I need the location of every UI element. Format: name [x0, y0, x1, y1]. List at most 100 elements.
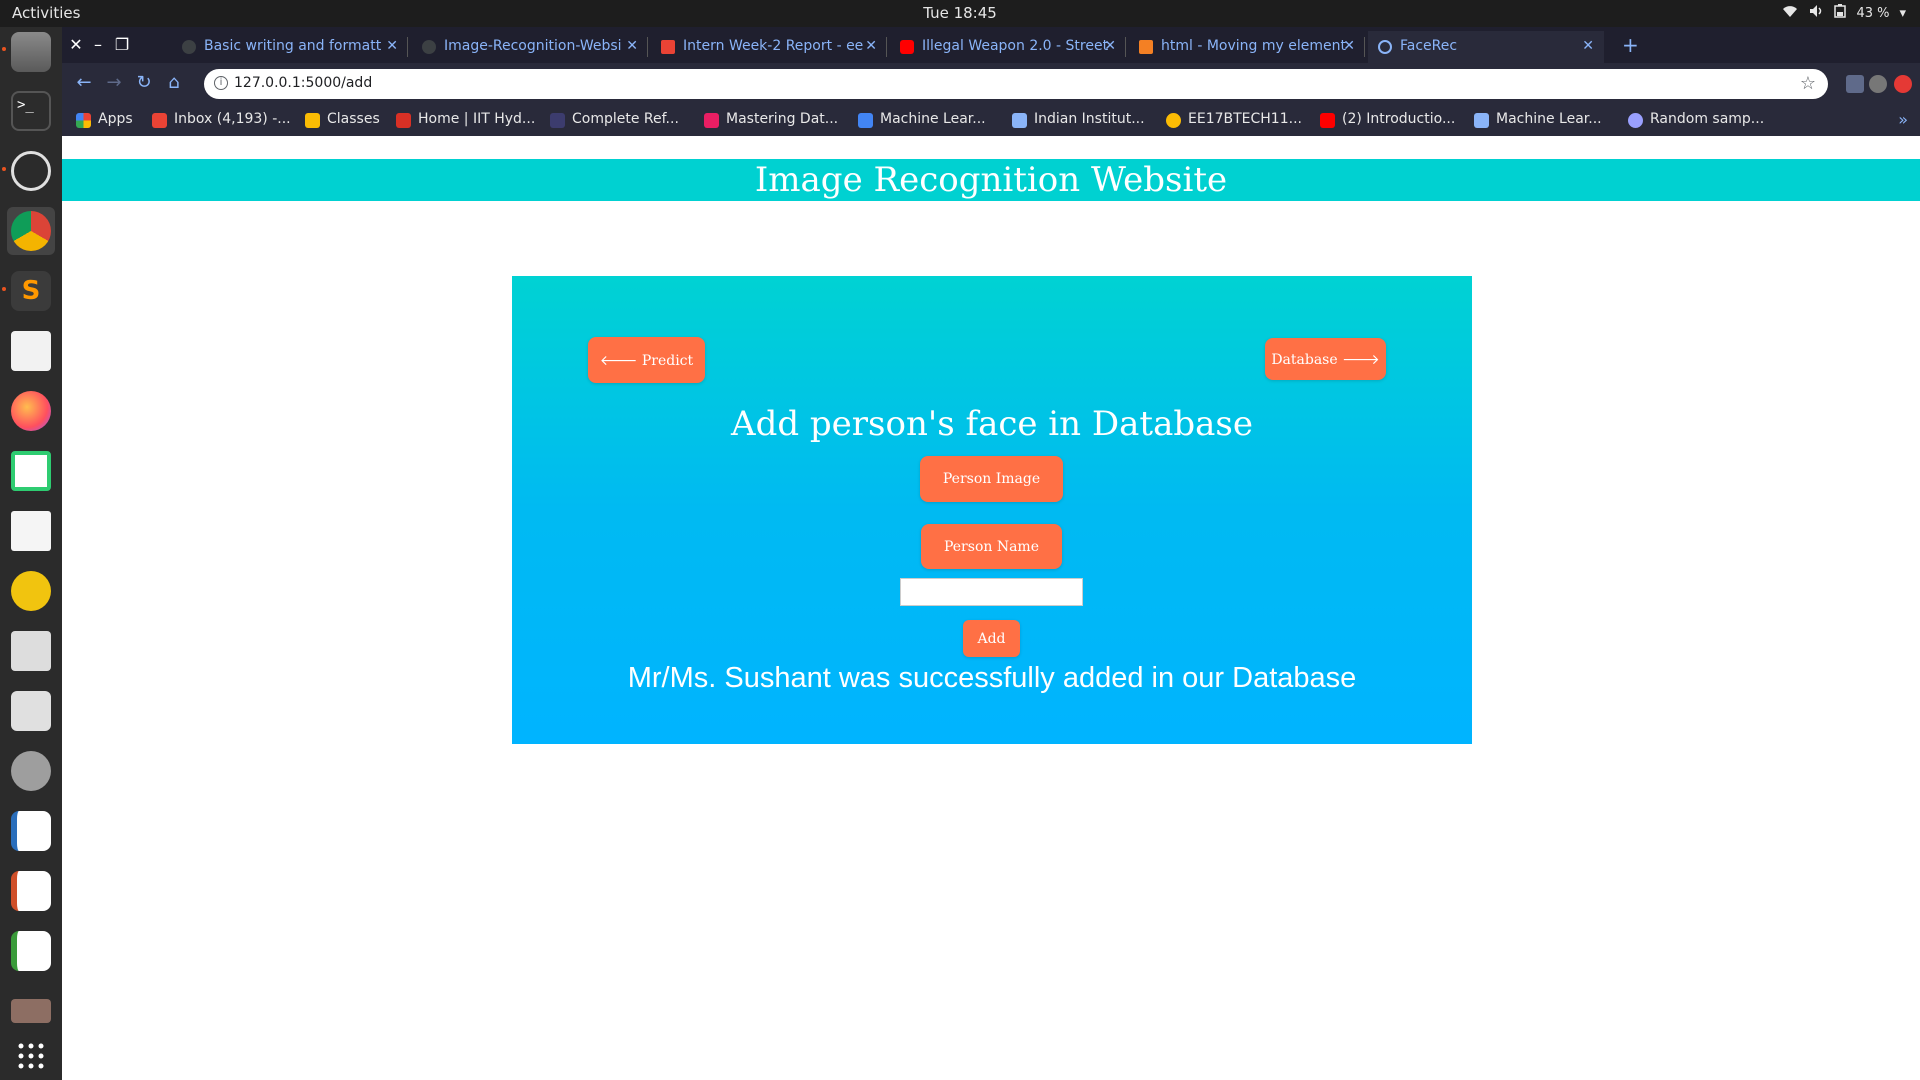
bookmark-apps[interactable]: Apps: [76, 111, 133, 128]
bookmark-label: Apps: [98, 111, 133, 127]
tab[interactable]: Basic writing and formatt ✕: [172, 31, 408, 63]
image-viewer-icon[interactable]: [7, 627, 55, 675]
terminal-icon[interactable]: >_: [7, 87, 55, 135]
extension-icon[interactable]: [1894, 75, 1912, 93]
bookmark[interactable]: Machine Lear...: [858, 111, 986, 128]
tab-active[interactable]: FaceRec ✕: [1368, 31, 1604, 63]
restore-window-icon[interactable]: ❐: [112, 35, 132, 54]
site-header: Image Recognition Website: [62, 159, 1920, 201]
calc-icon[interactable]: [7, 927, 55, 975]
text-editor-icon[interactable]: [7, 507, 55, 555]
bookmark[interactable]: Home | IIT Hyd...: [396, 111, 536, 128]
tab[interactable]: Image-Recognition-Websi ✕: [412, 31, 648, 63]
running-indicator: [2, 167, 6, 171]
bookmark-label: Inbox (4,193) -...: [174, 111, 291, 127]
settings-icon[interactable]: [7, 747, 55, 795]
apps-grid-icon: [76, 113, 91, 128]
bookmark[interactable]: Inbox (4,193) -...: [152, 111, 291, 128]
system-status[interactable]: 43 % ▾: [1782, 4, 1906, 22]
bookmark-label: (2) Introductio...: [1342, 111, 1456, 127]
star-icon[interactable]: ☆: [1800, 73, 1816, 94]
iit-icon: [396, 113, 411, 128]
files-icon[interactable]: [7, 28, 55, 76]
close-icon[interactable]: ✕: [1582, 38, 1594, 54]
writer-icon[interactable]: [7, 807, 55, 855]
tab-title: Image-Recognition-Websi: [444, 38, 622, 54]
close-icon[interactable]: ✕: [1343, 38, 1355, 54]
classroom-icon: [305, 113, 320, 128]
bookmark[interactable]: EE17BTECH11...: [1166, 111, 1302, 128]
dock: >_ S: [0, 27, 62, 1080]
close-icon[interactable]: ✕: [626, 38, 638, 54]
new-tab-button[interactable]: +: [1622, 33, 1639, 57]
gmail-icon: [152, 113, 167, 128]
person-name-input[interactable]: [900, 578, 1083, 606]
tab-separator: [886, 37, 887, 57]
bookmark-label: Random samp...: [1650, 111, 1765, 127]
back-icon[interactable]: ←: [72, 72, 96, 93]
success-message: Mr/Ms. Sushant was successfully added in…: [627, 662, 1357, 694]
bookmark[interactable]: (2) Introductio...: [1320, 111, 1456, 128]
chrome-icon[interactable]: [7, 207, 55, 255]
stackoverflow-icon: [1139, 40, 1153, 54]
bookmark-label: Machine Lear...: [1496, 111, 1602, 127]
volume-icon: [1808, 4, 1824, 22]
clock[interactable]: Tue 18:45: [0, 4, 1920, 22]
bookmark-label: EE17BTECH11...: [1188, 111, 1302, 127]
bookmark[interactable]: Machine Lear...: [1474, 111, 1602, 128]
github-icon: [182, 40, 196, 54]
tab[interactable]: Intern Week-2 Report - ee ✕: [651, 31, 887, 63]
forward-icon[interactable]: →: [102, 72, 126, 93]
bookmark[interactable]: Complete Ref...: [550, 111, 679, 128]
close-icon[interactable]: ✕: [386, 38, 398, 54]
github-icon: [422, 40, 436, 54]
bookmark[interactable]: Indian Institut...: [1012, 111, 1145, 128]
bookmark-icon: [1166, 113, 1181, 128]
person-image-button[interactable]: Person Image: [920, 456, 1063, 502]
tab[interactable]: html - Moving my element ✕: [1129, 31, 1365, 63]
close-icon[interactable]: ✕: [1104, 38, 1116, 54]
tab[interactable]: Illegal Weapon 2.0 - Street ✕: [890, 31, 1126, 63]
bookmark[interactable]: Classes: [305, 111, 380, 128]
network-icon[interactable]: [7, 147, 55, 195]
add-button[interactable]: Add: [963, 620, 1020, 657]
home-icon[interactable]: ⌂: [162, 72, 186, 93]
apps-grid-icon[interactable]: [7, 1032, 55, 1080]
close-window-icon[interactable]: ✕: [66, 35, 86, 54]
bookmark[interactable]: Mastering Dat...: [704, 111, 838, 128]
bookmark-label: Indian Institut...: [1034, 111, 1145, 127]
reload-icon[interactable]: ↻: [132, 72, 156, 93]
activities-button[interactable]: Activities: [12, 4, 80, 22]
close-icon[interactable]: ✕: [865, 38, 877, 54]
tab-strip: ✕ – ❐ Basic writing and formatt ✕ Image-…: [62, 27, 1920, 63]
evince-icon[interactable]: [7, 327, 55, 375]
system-top-bar: Activities Tue 18:45 43 % ▾: [0, 0, 1920, 27]
info-icon[interactable]: i: [214, 76, 228, 90]
tab-title: Intern Week-2 Report - ee: [683, 38, 864, 54]
sublime-icon[interactable]: S: [7, 267, 55, 315]
bookmark-label: Machine Lear...: [880, 111, 986, 127]
tab-title: Basic writing and formatt: [204, 38, 382, 54]
bookmark-icon: [550, 113, 565, 128]
coursera-icon: [1474, 113, 1489, 128]
gnome-shell-icon[interactable]: [7, 447, 55, 495]
extension-icon[interactable]: [1846, 75, 1864, 93]
archive-icon[interactable]: [7, 987, 55, 1035]
browser-toolbar: ← → ↻ ⌂ i 127.0.0.1:5000/add ☆: [62, 63, 1920, 105]
tab-title: Illegal Weapon 2.0 - Street: [922, 38, 1109, 54]
impress-icon[interactable]: [7, 867, 55, 915]
predict-button[interactable]: 🡐 Predict: [588, 337, 705, 383]
firefox-icon[interactable]: [7, 387, 55, 435]
software-icon[interactable]: [7, 687, 55, 735]
teapot-icon[interactable]: [7, 567, 55, 615]
tab-separator: [1125, 37, 1126, 57]
minimize-window-icon[interactable]: –: [88, 35, 108, 54]
bookmark[interactable]: Random samp...: [1628, 111, 1765, 128]
more-bookmarks-icon[interactable]: »: [1898, 110, 1908, 129]
coursera-icon: [1012, 113, 1027, 128]
add-face-card: 🡐 Predict Database 🡒 Add person's face i…: [512, 276, 1472, 744]
database-button[interactable]: Database 🡒: [1265, 338, 1386, 380]
bookmark-label: Home | IIT Hyd...: [418, 111, 536, 127]
address-bar[interactable]: i 127.0.0.1:5000/add ☆: [204, 69, 1828, 99]
profile-avatar-icon[interactable]: [1869, 75, 1887, 93]
